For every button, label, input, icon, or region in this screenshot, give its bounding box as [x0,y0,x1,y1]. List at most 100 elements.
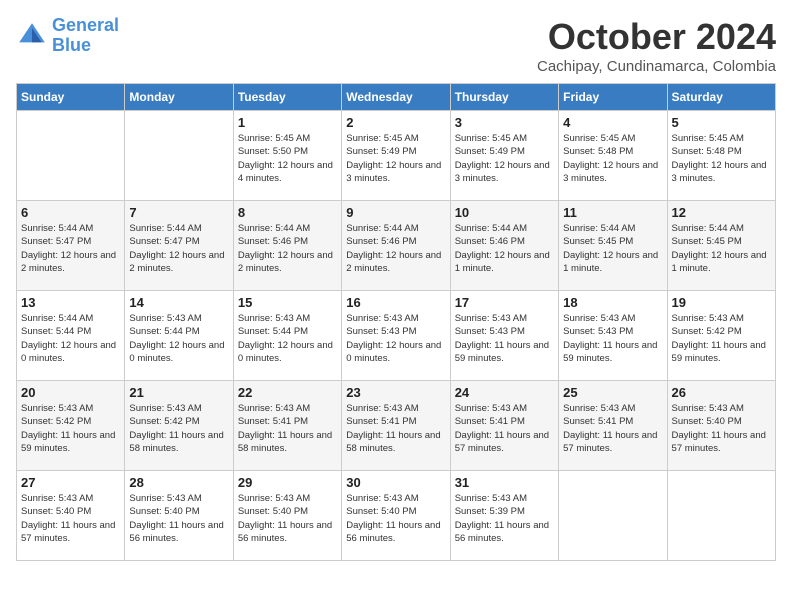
day-number: 28 [129,475,228,490]
daylight-label: Daylight: 12 hours and 0 minutes. [238,340,333,364]
daylight-label: Daylight: 12 hours and 2 minutes. [238,250,333,274]
sunrise-label: Sunrise: 5:43 AM [129,313,201,324]
sunrise-label: Sunrise: 5:45 AM [238,133,310,144]
daylight-label: Daylight: 11 hours and 56 minutes. [129,520,223,544]
calendar-day-cell: 21 Sunrise: 5:43 AM Sunset: 5:42 PM Dayl… [125,381,233,471]
day-number: 11 [563,205,662,220]
sunset-label: Sunset: 5:40 PM [346,506,416,517]
calendar-day-cell: 14 Sunrise: 5:43 AM Sunset: 5:44 PM Dayl… [125,291,233,381]
day-number: 14 [129,295,228,310]
sunset-label: Sunset: 5:46 PM [346,236,416,247]
calendar-week-row: 20 Sunrise: 5:43 AM Sunset: 5:42 PM Dayl… [17,381,776,471]
header: General Blue October 2024 Cachipay, Cund… [16,16,776,75]
daylight-label: Daylight: 11 hours and 58 minutes. [238,430,332,454]
day-info: Sunrise: 5:43 AM Sunset: 5:42 PM Dayligh… [129,402,228,455]
day-info: Sunrise: 5:45 AM Sunset: 5:48 PM Dayligh… [672,132,771,185]
calendar-day-cell: 22 Sunrise: 5:43 AM Sunset: 5:41 PM Dayl… [233,381,341,471]
calendar-day-cell: 16 Sunrise: 5:43 AM Sunset: 5:43 PM Dayl… [342,291,450,381]
sunset-label: Sunset: 5:44 PM [21,326,91,337]
sunrise-label: Sunrise: 5:43 AM [563,313,635,324]
day-info: Sunrise: 5:43 AM Sunset: 5:41 PM Dayligh… [238,402,337,455]
sunset-label: Sunset: 5:40 PM [129,506,199,517]
daylight-label: Daylight: 11 hours and 57 minutes. [563,430,657,454]
day-number: 31 [455,475,554,490]
calendar-day-cell: 24 Sunrise: 5:43 AM Sunset: 5:41 PM Dayl… [450,381,558,471]
day-number: 10 [455,205,554,220]
sunrise-label: Sunrise: 5:44 AM [238,223,310,234]
calendar-day-cell: 6 Sunrise: 5:44 AM Sunset: 5:47 PM Dayli… [17,201,125,291]
sunrise-label: Sunrise: 5:43 AM [238,313,310,324]
logo-line2: Blue [52,35,91,55]
sunset-label: Sunset: 5:41 PM [455,416,525,427]
day-info: Sunrise: 5:43 AM Sunset: 5:41 PM Dayligh… [563,402,662,455]
daylight-label: Daylight: 11 hours and 56 minutes. [346,520,440,544]
calendar-body: 1 Sunrise: 5:45 AM Sunset: 5:50 PM Dayli… [17,111,776,561]
calendar-day-cell [559,471,667,561]
sunrise-label: Sunrise: 5:44 AM [346,223,418,234]
daylight-label: Daylight: 11 hours and 58 minutes. [346,430,440,454]
logo-text: General Blue [52,16,119,56]
daylight-label: Daylight: 11 hours and 59 minutes. [455,340,549,364]
day-number: 15 [238,295,337,310]
day-info: Sunrise: 5:43 AM Sunset: 5:43 PM Dayligh… [563,312,662,365]
calendar-table: SundayMondayTuesdayWednesdayThursdayFrid… [16,83,776,561]
sunset-label: Sunset: 5:49 PM [455,146,525,157]
location-title: Cachipay, Cundinamarca, Colombia [537,58,776,75]
calendar-day-cell: 26 Sunrise: 5:43 AM Sunset: 5:40 PM Dayl… [667,381,775,471]
sunset-label: Sunset: 5:47 PM [21,236,91,247]
daylight-label: Daylight: 12 hours and 2 minutes. [129,250,224,274]
day-info: Sunrise: 5:44 AM Sunset: 5:44 PM Dayligh… [21,312,120,365]
day-info: Sunrise: 5:43 AM Sunset: 5:43 PM Dayligh… [455,312,554,365]
sunset-label: Sunset: 5:43 PM [455,326,525,337]
calendar-day-cell: 13 Sunrise: 5:44 AM Sunset: 5:44 PM Dayl… [17,291,125,381]
day-number: 9 [346,205,445,220]
daylight-label: Daylight: 12 hours and 3 minutes. [455,160,550,184]
day-number: 13 [21,295,120,310]
logo-icon [16,20,48,52]
calendar-day-cell [667,471,775,561]
day-number: 30 [346,475,445,490]
day-info: Sunrise: 5:43 AM Sunset: 5:40 PM Dayligh… [129,492,228,545]
weekday-header-cell: Saturday [667,84,775,111]
daylight-label: Daylight: 11 hours and 58 minutes. [129,430,223,454]
day-number: 12 [672,205,771,220]
calendar-week-row: 27 Sunrise: 5:43 AM Sunset: 5:40 PM Dayl… [17,471,776,561]
calendar-day-cell: 15 Sunrise: 5:43 AM Sunset: 5:44 PM Dayl… [233,291,341,381]
day-info: Sunrise: 5:43 AM Sunset: 5:42 PM Dayligh… [672,312,771,365]
sunrise-label: Sunrise: 5:43 AM [21,403,93,414]
calendar-day-cell: 10 Sunrise: 5:44 AM Sunset: 5:46 PM Dayl… [450,201,558,291]
daylight-label: Daylight: 12 hours and 0 minutes. [129,340,224,364]
sunrise-label: Sunrise: 5:43 AM [21,493,93,504]
daylight-label: Daylight: 11 hours and 56 minutes. [455,520,549,544]
day-number: 27 [21,475,120,490]
sunrise-label: Sunrise: 5:44 AM [672,223,744,234]
calendar-week-row: 1 Sunrise: 5:45 AM Sunset: 5:50 PM Dayli… [17,111,776,201]
sunset-label: Sunset: 5:39 PM [455,506,525,517]
daylight-label: Daylight: 12 hours and 1 minute. [563,250,658,274]
day-number: 23 [346,385,445,400]
daylight-label: Daylight: 11 hours and 57 minutes. [455,430,549,454]
sunrise-label: Sunrise: 5:43 AM [346,493,418,504]
day-info: Sunrise: 5:43 AM Sunset: 5:44 PM Dayligh… [238,312,337,365]
sunset-label: Sunset: 5:48 PM [672,146,742,157]
sunrise-label: Sunrise: 5:43 AM [563,403,635,414]
daylight-label: Daylight: 12 hours and 4 minutes. [238,160,333,184]
sunset-label: Sunset: 5:49 PM [346,146,416,157]
sunrise-label: Sunrise: 5:44 AM [21,313,93,324]
daylight-label: Daylight: 12 hours and 2 minutes. [21,250,116,274]
day-info: Sunrise: 5:43 AM Sunset: 5:40 PM Dayligh… [21,492,120,545]
calendar-day-cell: 29 Sunrise: 5:43 AM Sunset: 5:40 PM Dayl… [233,471,341,561]
sunset-label: Sunset: 5:45 PM [563,236,633,247]
day-number: 7 [129,205,228,220]
day-number: 24 [455,385,554,400]
day-number: 6 [21,205,120,220]
sunset-label: Sunset: 5:45 PM [672,236,742,247]
sunrise-label: Sunrise: 5:43 AM [455,403,527,414]
daylight-label: Daylight: 11 hours and 59 minutes. [563,340,657,364]
daylight-label: Daylight: 12 hours and 3 minutes. [563,160,658,184]
logo: General Blue [16,16,119,56]
daylight-label: Daylight: 12 hours and 0 minutes. [21,340,116,364]
sunset-label: Sunset: 5:46 PM [455,236,525,247]
calendar-day-cell: 8 Sunrise: 5:44 AM Sunset: 5:46 PM Dayli… [233,201,341,291]
weekday-header-cell: Thursday [450,84,558,111]
